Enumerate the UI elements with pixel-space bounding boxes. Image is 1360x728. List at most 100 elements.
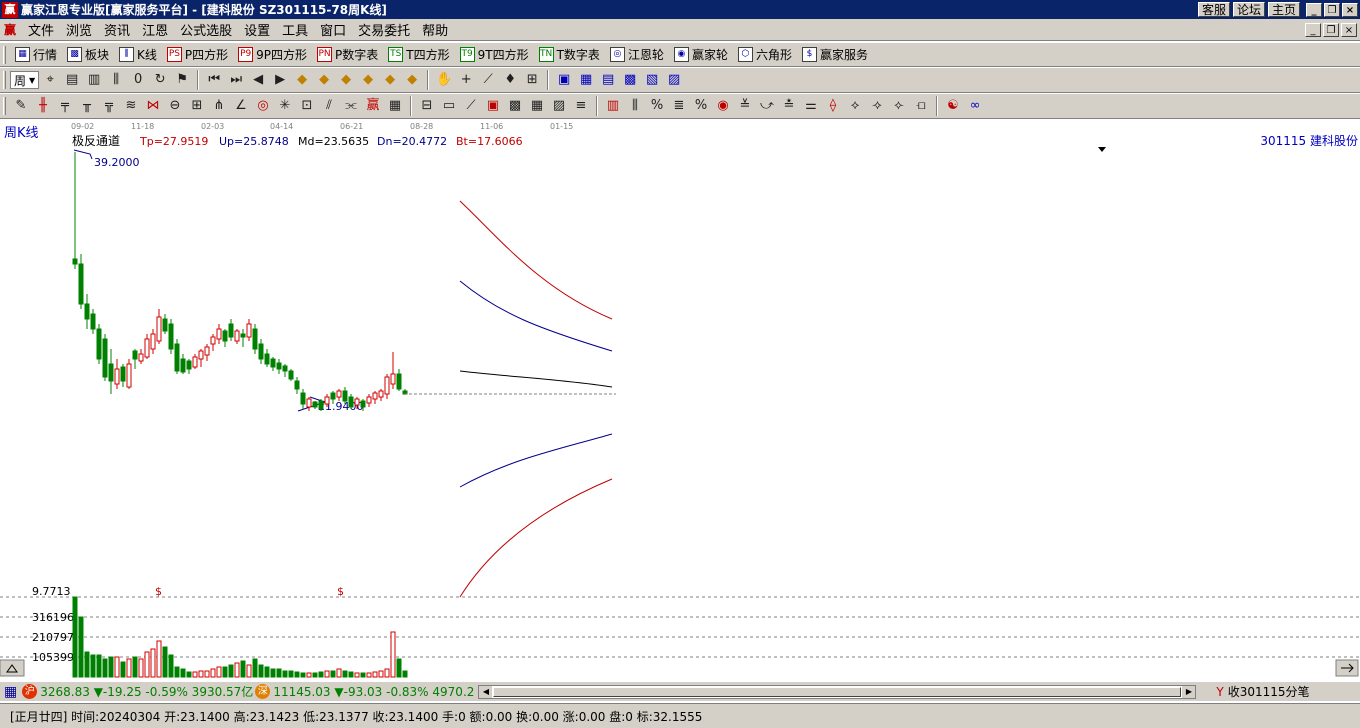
- diamond3-icon[interactable]: ◆: [337, 71, 355, 89]
- candles-icon[interactable]: ⫼: [107, 71, 125, 89]
- diamond4-icon[interactable]: ◆: [359, 71, 377, 89]
- gann-fan-icon[interactable]: ⫘: [342, 97, 360, 115]
- menu-settings[interactable]: 设置: [238, 20, 276, 39]
- fan4-icon[interactable]: ⟡: [846, 97, 864, 115]
- rect-icon[interactable]: ▭: [440, 97, 458, 115]
- print-icon[interactable]: ▧: [643, 71, 661, 89]
- toolbar-button[interactable]: ▩ 板块: [62, 46, 114, 63]
- angle-icon[interactable]: ∠: [232, 97, 250, 115]
- save-icon[interactable]: ▩: [621, 71, 639, 89]
- lines-icon[interactable]: ≡: [572, 97, 590, 115]
- close-button[interactable]: ×: [1342, 2, 1358, 17]
- diamond5-icon[interactable]: ◆: [381, 71, 399, 89]
- toolbar-button[interactable]: P9 9P四方形: [233, 46, 312, 63]
- grid4-icon[interactable]: ▦: [528, 97, 546, 115]
- sz-index-badge[interactable]: 深: [255, 684, 271, 699]
- bars2-icon[interactable]: ▥: [604, 97, 622, 115]
- menu-trade[interactable]: 交易委托: [352, 20, 416, 39]
- pen-icon[interactable]: ✎: [12, 97, 30, 115]
- child-restore-button[interactable]: ❐: [1323, 22, 1339, 37]
- diamond6-icon[interactable]: ◆: [403, 71, 421, 89]
- winner-icon[interactable]: 赢: [364, 97, 382, 115]
- toolbar-button[interactable]: ⬡ 六角形: [733, 46, 797, 63]
- forum-link[interactable]: 论坛: [1232, 2, 1265, 17]
- tick-data-label[interactable]: 收301115分笔: [1228, 683, 1310, 700]
- toolbar-grip[interactable]: [3, 97, 6, 115]
- cross-icon[interactable]: +: [457, 71, 475, 89]
- line1-icon[interactable]: ╫: [34, 97, 52, 115]
- period-select[interactable]: 周 ▼: [10, 71, 40, 89]
- right-icon[interactable]: ▶: [271, 71, 289, 89]
- calendar-icon[interactable]: ▣: [555, 71, 573, 89]
- homepage-link[interactable]: 主页: [1267, 2, 1300, 17]
- star-icon[interactable]: ✳: [276, 97, 294, 115]
- menu-news[interactable]: 资讯: [98, 20, 136, 39]
- line6-icon[interactable]: ⋈: [144, 97, 162, 115]
- cursor-icon[interactable]: ⌖: [41, 71, 59, 89]
- circle2-icon[interactable]: ◉: [714, 97, 732, 115]
- dropdown-arrow-icon[interactable]: [1098, 147, 1106, 152]
- hline-icon[interactable]: ⊞: [188, 97, 206, 115]
- menu-help[interactable]: 帮助: [416, 20, 454, 39]
- scroll-right-icon[interactable]: ▶: [1182, 685, 1196, 698]
- flag-icon[interactable]: ⚑: [173, 71, 191, 89]
- rotate-icon[interactable]: ↻: [151, 71, 169, 89]
- restore-button[interactable]: ❐: [1324, 2, 1340, 17]
- fan5-icon[interactable]: ⟢: [868, 97, 886, 115]
- menu-gann[interactable]: 江恩: [136, 20, 174, 39]
- circle-icon[interactable]: ⊖: [166, 97, 184, 115]
- yinyang-icon[interactable]: ☯: [944, 97, 962, 115]
- scroll-left-icon[interactable]: ◀: [479, 685, 493, 698]
- fib4-icon[interactable]: ≛: [780, 97, 798, 115]
- fib3-icon[interactable]: ≚: [736, 97, 754, 115]
- hatch-icon[interactable]: ▨: [550, 97, 568, 115]
- fib-icon[interactable]: ⫼: [626, 97, 644, 115]
- box2-icon[interactable]: ▣: [484, 97, 502, 115]
- menu-logo-icon[interactable]: 赢: [4, 21, 16, 38]
- infinity-icon[interactable]: ∞: [966, 97, 984, 115]
- box3-icon[interactable]: ▩: [506, 97, 524, 115]
- menu-browse[interactable]: 浏览: [60, 20, 98, 39]
- child-minimize-button[interactable]: _: [1305, 22, 1321, 37]
- sh-index-badge[interactable]: 沪: [22, 684, 38, 699]
- fib2-icon[interactable]: ≣: [670, 97, 688, 115]
- bars-icon[interactable]: ▥: [85, 71, 103, 89]
- toolbar-button[interactable]: TN T数字表: [534, 46, 605, 63]
- first-icon[interactable]: ⏮: [205, 71, 223, 89]
- doc-icon[interactable]: ▤: [599, 71, 617, 89]
- line5-icon[interactable]: ≋: [122, 97, 140, 115]
- channel-icon[interactable]: ⫽: [320, 97, 338, 115]
- last-icon[interactable]: ⏭: [227, 71, 245, 89]
- zoom-up-button[interactable]: [0, 659, 25, 677]
- toolbar-button[interactable]: ◎ 江恩轮: [605, 46, 669, 63]
- scroll-thumb[interactable]: [493, 686, 1182, 697]
- zigzag-icon[interactable]: ⟋: [479, 71, 497, 89]
- grid2-icon[interactable]: ▦: [386, 97, 404, 115]
- fan3-icon[interactable]: ⟠: [824, 97, 842, 115]
- toolbar-button[interactable]: T9 9T四方形: [455, 46, 534, 63]
- toolbar-button[interactable]: TS T四方形: [383, 46, 454, 63]
- menu-window[interactable]: 窗口: [314, 20, 352, 39]
- toolbar-button[interactable]: ▦ 行情: [10, 46, 62, 63]
- spiral-icon[interactable]: ◎: [254, 97, 272, 115]
- line3-icon[interactable]: ╥: [78, 97, 96, 115]
- line4-icon[interactable]: ╦: [100, 97, 118, 115]
- box-icon[interactable]: ⊡: [298, 97, 316, 115]
- service-link[interactable]: 客服: [1197, 2, 1230, 17]
- left-icon[interactable]: ◀: [249, 71, 267, 89]
- minimize-button[interactable]: _: [1306, 2, 1322, 17]
- pct2-icon[interactable]: %: [692, 97, 710, 115]
- line2-icon[interactable]: ╤: [56, 97, 74, 115]
- zero-icon[interactable]: 0: [129, 71, 147, 89]
- fan-icon[interactable]: ⋔: [210, 97, 228, 115]
- export-icon[interactable]: ▨: [665, 71, 683, 89]
- menu-formula[interactable]: 公式选股: [174, 20, 238, 39]
- menu-tools[interactable]: 工具: [276, 20, 314, 39]
- overlay-icon[interactable]: ⊞: [523, 71, 541, 89]
- chart-area[interactable]: 周K线 09-02 11-18 02-03 04-14 06-21 08-28 11-06 0…: [0, 119, 1360, 680]
- gift-icon[interactable]: ♦: [501, 71, 519, 89]
- percent-icon[interactable]: %: [648, 97, 666, 115]
- toolbar-button[interactable]: PN P数字表: [312, 46, 383, 63]
- grid3-icon[interactable]: ⊟: [418, 97, 436, 115]
- kline-chart[interactable]: 周K线 09-02 11-18 02-03 04-14 06-21 08-28 11-06 0…: [0, 119, 1360, 680]
